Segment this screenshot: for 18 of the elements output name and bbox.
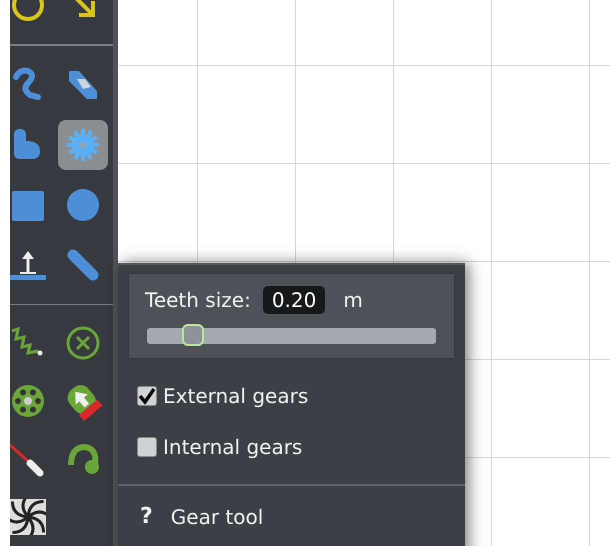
checkbox[interactable] [137,386,157,406]
gear-icon [64,126,100,162]
circle-icon [64,186,100,222]
checkbox-label[interactable]: Internal gears [163,434,302,458]
spiral-icon [10,499,46,535]
help-icon[interactable]: ? [140,504,153,529]
slider-thumb[interactable] [182,324,204,346]
tool-button[interactable] [58,120,108,170]
teeth-size-label: Teeth size: [145,288,251,312]
help-link[interactable]: Gear tool [170,504,264,528]
checkmark-icon [138,386,156,404]
capsule-icon [64,246,100,282]
unit-label: m [343,288,363,312]
teeth-size-field[interactable]: 0.20 [262,286,326,314]
checkbox-label[interactable]: External gears [163,384,308,408]
rod-icon [10,441,46,477]
checkbox[interactable] [137,436,157,456]
cross-circle-icon [64,325,100,361]
